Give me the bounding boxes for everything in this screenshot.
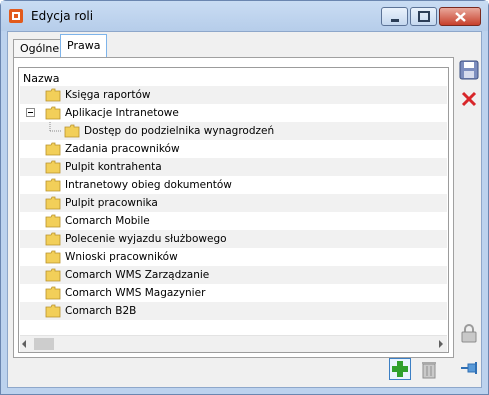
tab-panel: Nazwa Księga raportów Aplikacje Intranet…	[13, 57, 454, 358]
folder-icon	[45, 268, 61, 282]
floppy-disk-icon	[459, 60, 479, 80]
folder-icon	[45, 232, 61, 246]
window: Edycja roli Ogólne Prawa Nazwa Księga ra…	[0, 0, 489, 395]
tree-item-label: Comarch WMS Zarządzanie	[65, 269, 210, 281]
tree-item-label: Wnioski pracowników	[65, 251, 178, 263]
folder-icon	[45, 214, 61, 228]
folder-icon	[45, 88, 61, 102]
horizontal-scrollbar[interactable]	[20, 335, 447, 352]
add-button[interactable]	[389, 358, 411, 380]
maximize-icon	[418, 11, 430, 22]
pin-button[interactable]	[458, 357, 480, 379]
scrollbar-thumb[interactable]	[34, 338, 54, 350]
tree-item[interactable]: Comarch B2B	[20, 302, 447, 320]
tree-item-label: Księga raportów	[65, 89, 151, 101]
window-title: Edycja roli	[31, 9, 94, 23]
tree-item[interactable]: Comarch WMS Magazynier	[20, 284, 447, 302]
rights-tree[interactable]: Nazwa Księga raportów Aplikacje Intranet…	[18, 67, 449, 353]
minimize-button[interactable]	[381, 7, 408, 26]
tree-item-label: Comarch B2B	[65, 305, 137, 317]
tab-prawa[interactable]: Prawa	[60, 34, 108, 58]
lock-icon	[461, 324, 477, 343]
close-icon	[455, 12, 466, 22]
collapse-icon[interactable]	[26, 108, 35, 117]
tree-item[interactable]: Intranetowy obieg dokumentów	[20, 176, 447, 194]
folder-icon	[64, 124, 80, 138]
tree-item[interactable]: Comarch WMS Zarządzanie	[20, 266, 447, 284]
tree-item[interactable]: Księga raportów	[20, 86, 447, 104]
delete-button[interactable]	[418, 358, 440, 380]
save-button[interactable]	[458, 59, 480, 81]
folder-icon	[45, 250, 61, 264]
folder-icon	[45, 196, 61, 210]
folder-icon	[45, 304, 61, 318]
maximize-button[interactable]	[410, 7, 437, 26]
folder-icon	[45, 160, 61, 174]
tree-item-label: Polecenie wyjazdu służbowego	[65, 233, 227, 245]
minimize-icon	[391, 19, 399, 22]
tree-item-label: Dostęp do podzielnika wynagrodzeń	[84, 125, 275, 137]
tree-item[interactable]: Comarch Mobile	[20, 212, 447, 230]
tree-item[interactable]: Pulpit kontrahenta	[20, 158, 447, 176]
tree-item-label: Comarch Mobile	[65, 215, 150, 227]
green-plus-icon	[389, 358, 411, 380]
tree-item[interactable]: Dostęp do podzielnika wynagrodzeń	[20, 122, 447, 140]
tree-item-label: Pulpit pracownika	[65, 197, 158, 209]
tree-item[interactable]: Aplikacje Intranetowe	[20, 104, 447, 122]
title-bar[interactable]: Edycja roli	[1, 1, 488, 31]
cancel-button[interactable]	[458, 88, 480, 110]
app-icon	[9, 9, 23, 23]
close-button[interactable]	[439, 7, 481, 26]
folder-icon	[45, 286, 61, 300]
tree-item[interactable]: Pulpit pracownika	[20, 194, 447, 212]
tree-item-label: Intranetowy obieg dokumentów	[65, 179, 232, 191]
tree-item-label: Comarch WMS Magazynier	[65, 287, 206, 299]
folder-icon	[45, 142, 61, 156]
trash-icon	[422, 362, 436, 379]
tree-item-label: Pulpit kontrahenta	[65, 161, 162, 173]
lock-button[interactable]	[458, 322, 480, 344]
tree-item[interactable]: Polecenie wyjazdu służbowego	[20, 230, 447, 248]
scroll-left-icon[interactable]	[22, 340, 26, 348]
red-x-icon	[461, 91, 477, 107]
pin-icon	[461, 362, 477, 374]
column-header-nazwa[interactable]: Nazwa	[23, 72, 59, 85]
tab-ogolne[interactable]: Ogólne	[13, 39, 67, 58]
folder-icon	[45, 178, 61, 192]
tree-item[interactable]: Wnioski pracowników	[20, 248, 447, 266]
client-area: Ogólne Prawa Nazwa Księga raportów Aplik…	[7, 31, 482, 388]
tree-item[interactable]: Zadania pracowników	[20, 140, 447, 158]
tree-item-label: Aplikacje Intranetowe	[65, 107, 179, 119]
tree-item-label: Zadania pracowników	[65, 143, 180, 155]
scroll-right-icon[interactable]	[439, 340, 443, 348]
folder-icon	[45, 106, 61, 120]
